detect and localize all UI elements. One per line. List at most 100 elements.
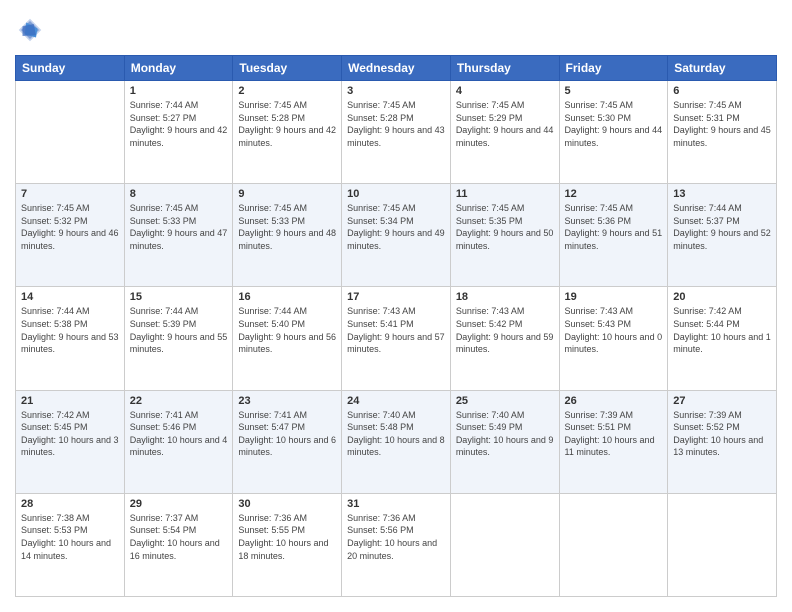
day-info: Sunrise: 7:45 AMSunset: 5:28 PMDaylight:…: [347, 99, 445, 149]
day-number: 10: [347, 188, 445, 200]
day-header-tuesday: Tuesday: [233, 56, 342, 81]
day-info: Sunrise: 7:45 AMSunset: 5:33 PMDaylight:…: [238, 202, 336, 252]
day-number: 3: [347, 85, 445, 97]
day-number: 22: [130, 395, 228, 407]
calendar-week-5: 28 Sunrise: 7:38 AMSunset: 5:53 PMDayligh…: [16, 493, 777, 596]
calendar-cell: 12 Sunrise: 7:45 AMSunset: 5:36 PMDayligh…: [559, 184, 668, 287]
calendar-cell: 30 Sunrise: 7:36 AMSunset: 5:55 PMDayligh…: [233, 493, 342, 596]
calendar-cell: 29 Sunrise: 7:37 AMSunset: 5:54 PMDayligh…: [124, 493, 233, 596]
calendar-cell: 16 Sunrise: 7:44 AMSunset: 5:40 PMDayligh…: [233, 287, 342, 390]
header: [15, 15, 777, 45]
calendar-cell: 1 Sunrise: 7:44 AMSunset: 5:27 PMDaylight…: [124, 81, 233, 184]
day-header-wednesday: Wednesday: [342, 56, 451, 81]
calendar-week-4: 21 Sunrise: 7:42 AMSunset: 5:45 PMDayligh…: [16, 390, 777, 493]
day-info: Sunrise: 7:44 AMSunset: 5:37 PMDaylight:…: [673, 202, 771, 252]
day-number: 2: [238, 85, 336, 97]
calendar-cell: 9 Sunrise: 7:45 AMSunset: 5:33 PMDaylight…: [233, 184, 342, 287]
day-header-monday: Monday: [124, 56, 233, 81]
day-number: 16: [238, 291, 336, 303]
day-number: 9: [238, 188, 336, 200]
calendar-cell: 24 Sunrise: 7:40 AMSunset: 5:48 PMDayligh…: [342, 390, 451, 493]
day-info: Sunrise: 7:44 AMSunset: 5:27 PMDaylight:…: [130, 99, 228, 149]
day-number: 12: [565, 188, 663, 200]
calendar-cell: 5 Sunrise: 7:45 AMSunset: 5:30 PMDaylight…: [559, 81, 668, 184]
day-info: Sunrise: 7:40 AMSunset: 5:49 PMDaylight:…: [456, 409, 554, 459]
day-header-friday: Friday: [559, 56, 668, 81]
day-number: 17: [347, 291, 445, 303]
calendar-cell: 19 Sunrise: 7:43 AMSunset: 5:43 PMDayligh…: [559, 287, 668, 390]
day-header-sunday: Sunday: [16, 56, 125, 81]
day-info: Sunrise: 7:43 AMSunset: 5:41 PMDaylight:…: [347, 305, 445, 355]
day-info: Sunrise: 7:44 AMSunset: 5:38 PMDaylight:…: [21, 305, 119, 355]
calendar-cell: 25 Sunrise: 7:40 AMSunset: 5:49 PMDayligh…: [450, 390, 559, 493]
calendar-cell: 4Sunrise: 7:45 AMSunset: 5:29 PMDaylight…: [450, 81, 559, 184]
calendar-week-2: 7 Sunrise: 7:45 AMSunset: 5:32 PMDaylight…: [16, 184, 777, 287]
calendar-cell: 2 Sunrise: 7:45 AMSunset: 5:28 PMDaylight…: [233, 81, 342, 184]
day-info: Sunrise: 7:39 AMSunset: 5:52 PMDaylight:…: [673, 409, 771, 459]
calendar-cell: 23Sunrise: 7:41 AMSunset: 5:47 PMDayligh…: [233, 390, 342, 493]
day-info: Sunrise: 7:41 AMSunset: 5:46 PMDaylight:…: [130, 409, 228, 459]
day-number: 20: [673, 291, 771, 303]
day-info: Sunrise: 7:45 AMSunset: 5:31 PMDaylight:…: [673, 99, 771, 149]
logo: [15, 15, 49, 45]
day-info: Sunrise: 7:36 AMSunset: 5:55 PMDaylight:…: [238, 512, 336, 562]
calendar-cell: 7 Sunrise: 7:45 AMSunset: 5:32 PMDaylight…: [16, 184, 125, 287]
day-info: Sunrise: 7:43 AMSunset: 5:43 PMDaylight:…: [565, 305, 663, 355]
calendar-cell: 8 Sunrise: 7:45 AMSunset: 5:33 PMDaylight…: [124, 184, 233, 287]
calendar-table: SundayMondayTuesdayWednesdayThursdayFrid…: [15, 55, 777, 597]
day-header-thursday: Thursday: [450, 56, 559, 81]
day-info: Sunrise: 7:45 AMSunset: 5:32 PMDaylight:…: [21, 202, 119, 252]
day-number: 4: [456, 85, 554, 97]
day-info: Sunrise: 7:45 AMSunset: 5:36 PMDaylight:…: [565, 202, 663, 252]
day-number: 25: [456, 395, 554, 407]
day-number: 5: [565, 85, 663, 97]
day-number: 14: [21, 291, 119, 303]
day-info: Sunrise: 7:45 AMSunset: 5:35 PMDaylight:…: [456, 202, 554, 252]
calendar-cell: 3 Sunrise: 7:45 AMSunset: 5:28 PMDaylight…: [342, 81, 451, 184]
calendar-cell: 17 Sunrise: 7:43 AMSunset: 5:41 PMDayligh…: [342, 287, 451, 390]
calendar-week-3: 14 Sunrise: 7:44 AMSunset: 5:38 PMDayligh…: [16, 287, 777, 390]
day-info: Sunrise: 7:38 AMSunset: 5:53 PMDaylight:…: [21, 512, 119, 562]
calendar-cell: 14 Sunrise: 7:44 AMSunset: 5:38 PMDayligh…: [16, 287, 125, 390]
calendar-cell: 11Sunrise: 7:45 AMSunset: 5:35 PMDayligh…: [450, 184, 559, 287]
day-number: 24: [347, 395, 445, 407]
page: SundayMondayTuesdayWednesdayThursdayFrid…: [0, 0, 792, 612]
day-number: 19: [565, 291, 663, 303]
day-info: Sunrise: 7:40 AMSunset: 5:48 PMDaylight:…: [347, 409, 445, 459]
calendar-cell: 26Sunrise: 7:39 AMSunset: 5:51 PMDayligh…: [559, 390, 668, 493]
day-number: 13: [673, 188, 771, 200]
day-number: 1: [130, 85, 228, 97]
day-number: 7: [21, 188, 119, 200]
day-info: Sunrise: 7:39 AMSunset: 5:51 PMDaylight:…: [565, 409, 663, 459]
calendar-cell: 21 Sunrise: 7:42 AMSunset: 5:45 PMDayligh…: [16, 390, 125, 493]
day-number: 29: [130, 498, 228, 510]
day-info: Sunrise: 7:37 AMSunset: 5:54 PMDaylight:…: [130, 512, 228, 562]
day-info: Sunrise: 7:43 AMSunset: 5:42 PMDaylight:…: [456, 305, 554, 355]
day-number: 30: [238, 498, 336, 510]
calendar-cell: 22 Sunrise: 7:41 AMSunset: 5:46 PMDayligh…: [124, 390, 233, 493]
day-info: Sunrise: 7:45 AMSunset: 5:33 PMDaylight:…: [130, 202, 228, 252]
day-info: Sunrise: 7:36 AMSunset: 5:56 PMDaylight:…: [347, 512, 445, 562]
day-number: 21: [21, 395, 119, 407]
day-number: 8: [130, 188, 228, 200]
calendar-cell: [559, 493, 668, 596]
calendar-cell: 13 Sunrise: 7:44 AMSunset: 5:37 PMDayligh…: [668, 184, 777, 287]
calendar-body: 1 Sunrise: 7:44 AMSunset: 5:27 PMDaylight…: [16, 81, 777, 597]
day-info: Sunrise: 7:42 AMSunset: 5:45 PMDaylight:…: [21, 409, 119, 459]
calendar-cell: 10 Sunrise: 7:45 AMSunset: 5:34 PMDayligh…: [342, 184, 451, 287]
calendar-cell: [16, 81, 125, 184]
day-number: 28: [21, 498, 119, 510]
day-info: Sunrise: 7:41 AMSunset: 5:47 PMDaylight:…: [238, 409, 336, 459]
calendar-header-row: SundayMondayTuesdayWednesdayThursdayFrid…: [16, 56, 777, 81]
day-info: Sunrise: 7:42 AMSunset: 5:44 PMDaylight:…: [673, 305, 771, 355]
day-number: 6: [673, 85, 771, 97]
calendar-cell: 20 Sunrise: 7:42 AMSunset: 5:44 PMDayligh…: [668, 287, 777, 390]
day-info: Sunrise: 7:44 AMSunset: 5:40 PMDaylight:…: [238, 305, 336, 355]
day-info: Sunrise: 7:45 AMSunset: 5:28 PMDaylight:…: [238, 99, 336, 149]
day-info: Sunrise: 7:44 AMSunset: 5:39 PMDaylight:…: [130, 305, 228, 355]
day-number: 27: [673, 395, 771, 407]
calendar-week-1: 1 Sunrise: 7:44 AMSunset: 5:27 PMDaylight…: [16, 81, 777, 184]
calendar-cell: [450, 493, 559, 596]
day-info: Sunrise: 7:45 AMSunset: 5:30 PMDaylight:…: [565, 99, 663, 149]
day-info: Sunrise: 7:45 AMSunset: 5:34 PMDaylight:…: [347, 202, 445, 252]
